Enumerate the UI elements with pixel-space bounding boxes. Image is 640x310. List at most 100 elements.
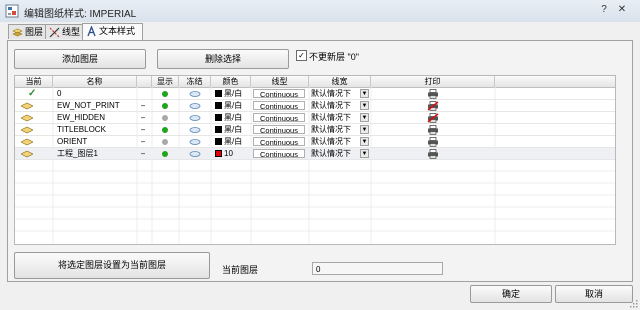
lineweight-select[interactable]: 默认情况下 xyxy=(311,148,359,159)
lineweight-dropdown-icon[interactable]: ▼ xyxy=(360,149,369,158)
col-header-blank xyxy=(495,76,615,87)
no-update-layer0-checkbox[interactable]: ✓ xyxy=(296,50,307,61)
current-layer-field: 0 xyxy=(312,262,443,275)
lineweight-select[interactable]: 默认情况下 xyxy=(311,112,359,123)
linetype-select[interactable]: Continuous xyxy=(253,125,305,135)
current-check-icon[interactable]: ✓ xyxy=(28,88,36,99)
layer-icon[interactable] xyxy=(21,102,33,110)
layer-icon[interactable] xyxy=(21,126,33,134)
tab-layers[interactable]: 图层 xyxy=(8,24,46,39)
color-name[interactable]: 黑/白 xyxy=(224,112,242,123)
col-header-linetype[interactable]: 线型 xyxy=(251,76,309,87)
close-button[interactable]: ✕ xyxy=(615,3,629,17)
lineweight-dropdown-icon[interactable]: ▼ xyxy=(360,137,369,146)
layer-name[interactable]: 0 xyxy=(57,88,135,99)
linetype-select[interactable]: Continuous xyxy=(253,113,305,123)
lineweight-dropdown-icon[interactable]: ▼ xyxy=(360,113,369,122)
lineweight-select[interactable]: 默认情况下 xyxy=(311,88,359,99)
delete-selection-button[interactable]: 删除选择 xyxy=(157,49,289,69)
layer-icon[interactable] xyxy=(21,138,33,146)
layer-name[interactable]: TITLEBLOCK xyxy=(57,124,135,135)
lineweight-dropdown-icon[interactable]: ▼ xyxy=(360,89,369,98)
lineweight-dropdown-icon[interactable]: ▼ xyxy=(360,101,369,110)
table-row[interactable]: TITLEBLOCK – 黑/白 Continuous 默认情况下 ▼ xyxy=(15,124,615,136)
col-header-lineweight[interactable]: 线宽 xyxy=(309,76,371,87)
freeze-icon[interactable] xyxy=(189,138,201,146)
col-header-frozen[interactable]: 冻结 xyxy=(179,76,211,87)
printer-icon[interactable] xyxy=(427,149,439,159)
layer-name[interactable]: EW_HIDDEN xyxy=(57,112,135,123)
printer-icon[interactable] xyxy=(427,89,439,99)
color-swatch[interactable] xyxy=(215,126,222,133)
printer-icon[interactable] xyxy=(427,137,439,147)
linetype-select[interactable]: Continuous xyxy=(253,89,305,99)
edit-drawing-style-dialog: 编辑图纸样式: IMPERIAL ? ✕ 图层 线型 文本样式 添加图层 删除选… xyxy=(0,0,640,310)
color-swatch[interactable] xyxy=(215,102,222,109)
col-header-divider xyxy=(137,76,152,87)
freeze-icon[interactable] xyxy=(189,90,201,98)
lineweight-dropdown-icon[interactable]: ▼ xyxy=(360,125,369,134)
visibility-icon[interactable] xyxy=(162,91,168,97)
table-row[interactable]: EW_HIDDEN – 黑/白 Continuous 默认情况下 ▼ xyxy=(15,112,615,124)
layer-dash: – xyxy=(141,101,146,110)
app-icon xyxy=(5,4,19,18)
color-swatch[interactable] xyxy=(215,150,222,157)
table-row[interactable]: 工程_图层1– 10 Continuous 默认情况下 ▼ xyxy=(15,148,615,160)
linetype-select[interactable]: Continuous xyxy=(253,149,305,159)
color-swatch[interactable] xyxy=(215,114,222,121)
layer-dash: – xyxy=(141,137,146,146)
lineweight-select[interactable]: 默认情况下 xyxy=(311,124,359,135)
linetype-icon xyxy=(49,27,60,38)
printer-disabled-icon[interactable] xyxy=(427,113,439,123)
col-header-name[interactable]: 名称 xyxy=(53,76,137,87)
col-header-visible[interactable]: 显示 xyxy=(152,76,179,87)
freeze-icon[interactable] xyxy=(189,102,201,110)
visibility-icon[interactable] xyxy=(162,115,168,121)
layer-icon[interactable] xyxy=(21,150,33,158)
color-name[interactable]: 黑/白 xyxy=(224,136,242,147)
color-swatch[interactable] xyxy=(215,138,222,145)
add-layer-button[interactable]: 添加图层 xyxy=(14,49,146,69)
resize-grip-icon[interactable] xyxy=(630,300,638,308)
tab-layers-label: 图层 xyxy=(25,27,44,37)
linetype-select[interactable]: Continuous xyxy=(253,137,305,147)
tab-text-styles[interactable]: 文本样式 xyxy=(82,23,143,40)
color-name[interactable]: 黑/白 xyxy=(224,100,242,111)
set-current-layer-button[interactable]: 将选定图层设置为当前图层 xyxy=(14,252,210,279)
color-name[interactable]: 黑/白 xyxy=(224,124,242,135)
layer-icon[interactable] xyxy=(21,114,33,122)
tab-linetypes[interactable]: 线型 xyxy=(45,24,83,39)
ok-button[interactable]: 确定 xyxy=(470,285,552,303)
visibility-icon[interactable] xyxy=(162,127,168,133)
col-header-color[interactable]: 颜色 xyxy=(211,76,251,87)
freeze-icon[interactable] xyxy=(189,114,201,122)
help-button[interactable]: ? xyxy=(597,3,611,17)
lineweight-select[interactable]: 默认情况下 xyxy=(311,100,359,111)
lineweight-select[interactable]: 默认情况下 xyxy=(311,136,359,147)
layers-table: 当前 名称 显示 冻结 颜色 线型 线宽 打印 ✓0黑/白Continuo xyxy=(14,75,616,245)
printer-disabled-icon[interactable] xyxy=(427,101,439,111)
visibility-icon[interactable] xyxy=(162,139,168,145)
layer-name[interactable]: EW_NOT_PRINT xyxy=(57,100,135,111)
visibility-icon[interactable] xyxy=(162,151,168,157)
layer-name[interactable]: ORIENT xyxy=(57,136,135,147)
color-swatch[interactable] xyxy=(215,90,222,97)
visibility-icon[interactable] xyxy=(162,103,168,109)
table-row[interactable]: EW_NOT_PRINT – 黑/白 Continuous 默认情况下 ▼ xyxy=(15,100,615,112)
freeze-icon[interactable] xyxy=(189,126,201,134)
window-title: 编辑图纸样式: IMPERIAL xyxy=(24,9,137,20)
layer-name[interactable]: 工程_图层1 xyxy=(57,148,135,159)
layer-dash: – xyxy=(141,113,146,122)
printer-icon[interactable] xyxy=(427,125,439,135)
color-name[interactable]: 10 xyxy=(224,148,233,159)
cancel-button[interactable]: 取消 xyxy=(555,285,633,303)
col-header-current[interactable]: 当前 xyxy=(15,76,53,87)
table-row[interactable]: ORIENT – 黑/白 Continuous 默认情况下 ▼ xyxy=(15,136,615,148)
color-name[interactable]: 黑/白 xyxy=(224,88,242,99)
col-header-print[interactable]: 打印 xyxy=(371,76,495,87)
table-row[interactable]: ✓ 0 黑/白 Continuous 默认情况下 ▼ xyxy=(15,88,615,100)
tab-linetypes-label: 线型 xyxy=(62,27,81,37)
linetype-select[interactable]: Continuous xyxy=(253,101,305,111)
no-update-layer0-label: 不更新层 "0" xyxy=(309,52,359,62)
freeze-icon[interactable] xyxy=(189,150,201,158)
